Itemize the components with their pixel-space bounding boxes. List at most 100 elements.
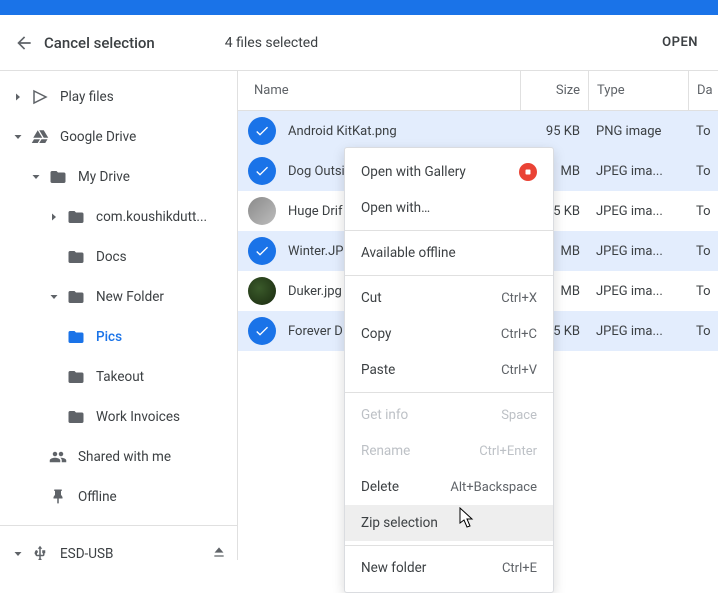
file-thumbnail (248, 197, 276, 225)
cancel-selection-label[interactable]: Cancel selection (44, 34, 155, 52)
chevron-right-icon (48, 211, 60, 223)
selection-check-icon (248, 157, 276, 185)
menu-rename: Rename Ctrl+Enter (345, 433, 553, 469)
menu-label: Get info (361, 407, 408, 423)
menu-label: Copy (361, 326, 391, 342)
column-type[interactable]: Type (588, 71, 688, 110)
menu-label: Cut (361, 290, 382, 306)
menu-shortcut: Alt+Backspace (450, 480, 537, 495)
menu-copy[interactable]: Copy Ctrl+C (345, 316, 553, 352)
file-date: To (688, 284, 718, 299)
file-thumbnail (248, 277, 276, 305)
chevron-down-icon (12, 548, 24, 560)
file-type: JPEG ima... (588, 204, 688, 219)
usb-icon (31, 545, 49, 560)
tree-label: ESD-USB (60, 546, 211, 560)
tree-label: Google Drive (60, 129, 237, 145)
sidebar: Play files Google Drive My Drive com.kou… (0, 71, 238, 560)
tree-item-play-files[interactable]: Play files (0, 77, 237, 117)
file-type: JPEG ima... (588, 164, 688, 179)
tree-item-offline[interactable]: Offline (0, 477, 237, 517)
folder-icon (67, 288, 85, 306)
selection-check-icon (248, 117, 276, 145)
toolbar: Cancel selection 4 files selected OPEN (0, 15, 718, 71)
file-type: JPEG ima... (588, 284, 688, 299)
menu-shortcut: Ctrl+Enter (479, 444, 537, 459)
window-title-bar (0, 0, 718, 15)
menu-delete[interactable]: Delete Alt+Backspace (345, 469, 553, 505)
column-name[interactable]: Name (238, 83, 520, 98)
chevron-down-icon (12, 131, 24, 143)
column-header-row: Name Size Type Da (238, 71, 718, 111)
tree-item-pics[interactable]: Pics (0, 317, 237, 357)
menu-paste[interactable]: Paste Ctrl+V (345, 352, 553, 388)
menu-shortcut: Ctrl+V (501, 363, 537, 378)
tree-label: Play files (60, 89, 237, 105)
tree-item-com-koushik[interactable]: com.koushikdutt... (0, 197, 237, 237)
file-type: JPEG ima... (588, 324, 688, 339)
back-button[interactable] (6, 25, 42, 61)
play-icon (31, 88, 49, 106)
chevron-right-icon (12, 91, 24, 103)
column-date[interactable]: Da (688, 71, 718, 110)
selection-count-label: 4 files selected (225, 35, 318, 51)
menu-new-folder[interactable]: New folder Ctrl+E (345, 550, 553, 586)
tree-item-shared[interactable]: Shared with me (0, 437, 237, 477)
tree-label: Work Invoices (96, 409, 237, 425)
file-type: PNG image (588, 124, 688, 139)
file-date: To (688, 164, 718, 179)
tree-label: Shared with me (78, 449, 237, 465)
file-date: To (688, 124, 718, 139)
tree-label: Pics (96, 329, 237, 345)
tree-item-work-invoices[interactable]: Work Invoices (0, 397, 237, 437)
tree-item-new-folder[interactable]: New Folder (0, 277, 237, 317)
file-date: To (688, 324, 718, 339)
tree-item-esd-usb[interactable]: ESD-USB (0, 534, 237, 560)
menu-zip-selection[interactable]: Zip selection (345, 505, 553, 541)
menu-label: Available offline (361, 245, 456, 261)
menu-label: Zip selection (361, 515, 438, 531)
open-button[interactable]: OPEN (654, 27, 706, 58)
folder-icon (67, 408, 85, 426)
menu-get-info: Get info Space (345, 397, 553, 433)
gallery-badge-icon (519, 163, 537, 181)
menu-label: Delete (361, 479, 399, 495)
tree-label: My Drive (78, 169, 237, 185)
folder-icon (67, 328, 85, 346)
column-size[interactable]: Size (520, 71, 588, 110)
drive-icon (31, 128, 49, 146)
file-row[interactable]: Android KitKat.png 95 KB PNG image To (238, 111, 718, 151)
tree-label: Docs (96, 249, 237, 265)
selection-check-icon (248, 237, 276, 265)
file-date: To (688, 244, 718, 259)
pin-icon (49, 488, 67, 506)
chevron-down-icon (30, 171, 42, 183)
file-date: To (688, 204, 718, 219)
menu-open-with-gallery[interactable]: Open with Gallery (345, 154, 553, 190)
file-size: 95 KB (520, 124, 588, 139)
menu-shortcut: Space (501, 408, 537, 423)
folder-icon (49, 168, 67, 186)
tree-item-takeout[interactable]: Takeout (0, 357, 237, 397)
file-name: Android KitKat.png (288, 124, 520, 139)
menu-label: New folder (361, 560, 426, 576)
menu-label: Open with Gallery (361, 164, 466, 180)
arrow-left-icon (14, 33, 34, 53)
selection-check-icon (248, 317, 276, 345)
file-type: JPEG ima... (588, 244, 688, 259)
tree-item-google-drive[interactable]: Google Drive (0, 117, 237, 157)
eject-button[interactable] (211, 544, 227, 560)
menu-cut[interactable]: Cut Ctrl+X (345, 280, 553, 316)
eject-icon (211, 544, 227, 560)
tree-item-docs[interactable]: Docs (0, 237, 237, 277)
tree-label: Offline (78, 489, 237, 505)
tree-label: com.koushikdutt... (96, 209, 237, 225)
menu-label: Rename (361, 443, 410, 459)
menu-available-offline[interactable]: Available offline (345, 235, 553, 271)
folder-icon (67, 248, 85, 266)
context-menu: Open with Gallery Open with… Available o… (344, 147, 554, 593)
menu-shortcut: Ctrl+E (502, 561, 537, 576)
tree-item-my-drive[interactable]: My Drive (0, 157, 237, 197)
menu-open-with[interactable]: Open with… (345, 190, 553, 226)
folder-icon (67, 368, 85, 386)
